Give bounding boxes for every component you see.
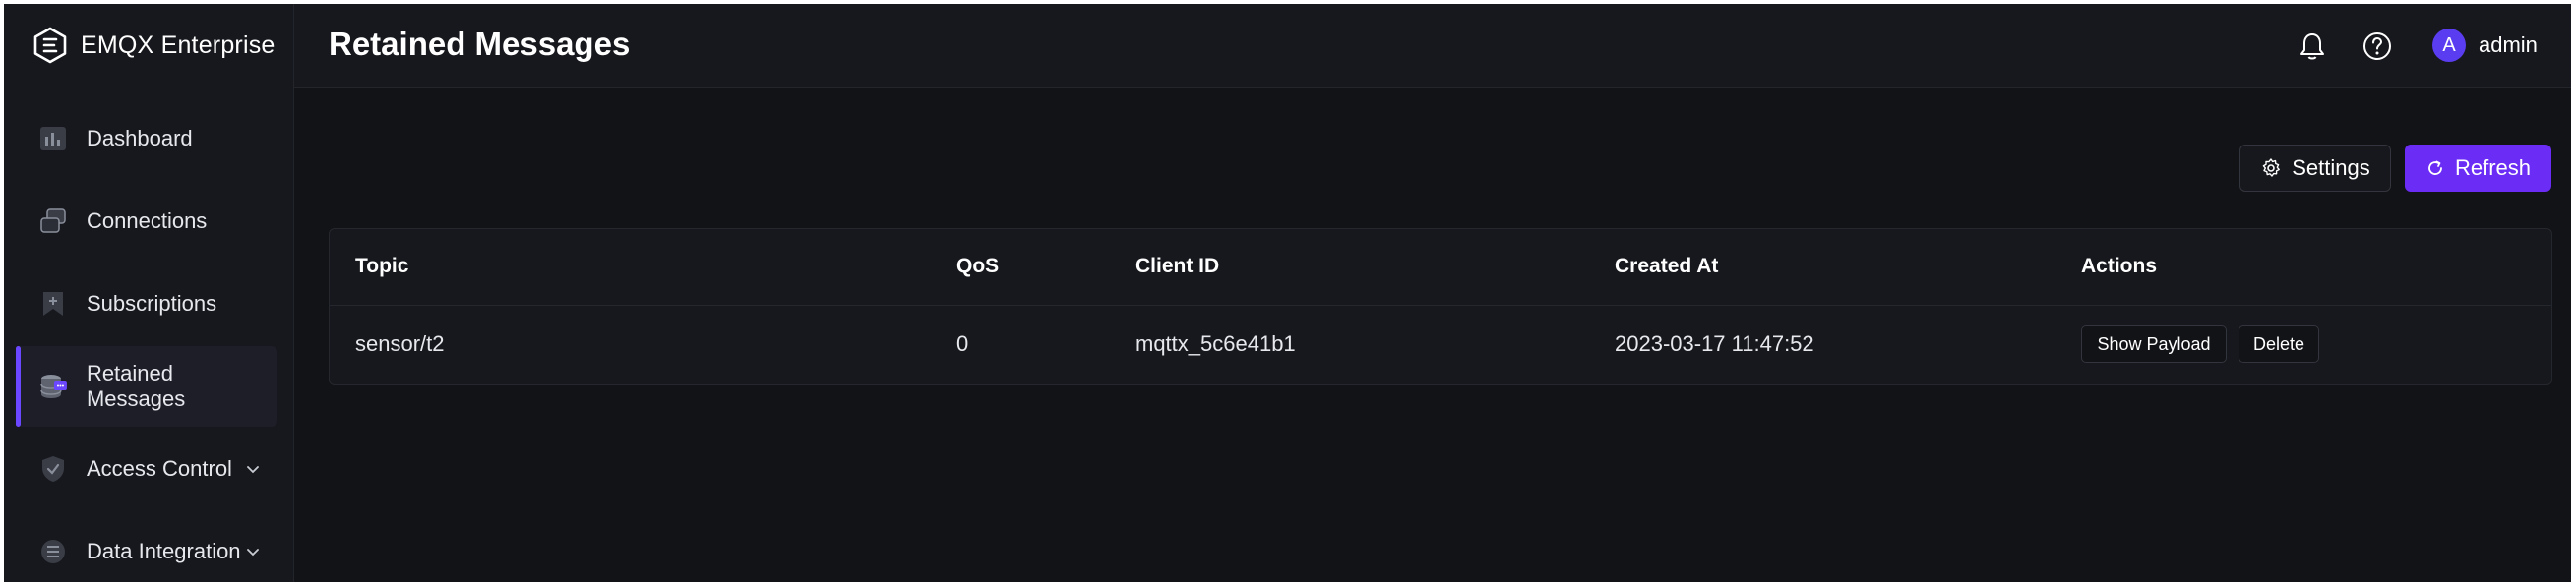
sidebar-item-label: Access Control [87,456,232,481]
sidebar-item-data-integration[interactable]: Data Integration [16,511,277,582]
top-header: Retained Messages A admin [294,4,2571,88]
cell-created-at: 2023-03-17 11:47:52 [1615,331,1814,356]
column-header-topic: Topic [355,255,409,277]
shield-icon [42,456,64,482]
chevron-down-icon[interactable] [244,543,262,560]
avatar[interactable]: A [2432,29,2466,62]
sidebar-item-connections[interactable]: Connections [16,181,277,262]
table-row: sensor/t2 0 mqttx_5c6e41b1 2023-03-17 11… [330,306,2551,384]
table-header: Topic QoS Client ID Created At Actions [330,229,2551,306]
connections-icon [40,208,66,233]
chevron-down-icon[interactable] [244,460,262,478]
sidebar-item-label: Retained Messages [86,361,186,411]
data-integration-icon [41,540,65,563]
app-window: EMQX Enterprise Dashboard Connections Su… [4,4,2571,582]
show-payload-button[interactable]: Show Payload [2081,325,2227,363]
settings-button-label: Settings [2292,155,2370,180]
gear-icon [2262,158,2281,177]
cell-client-id: mqttx_5c6e41b1 [1135,331,1296,356]
sidebar-item-dashboard[interactable]: Dashboard [16,98,277,179]
sidebar-item-retained-messages[interactable]: Retained Messages [16,346,277,427]
retained-messages-icon [40,375,67,398]
username[interactable]: admin [2479,32,2538,58]
delete-button[interactable]: Delete [2239,325,2319,363]
sidebar-item-label: Dashboard [87,126,193,150]
refresh-icon [2428,160,2442,175]
sidebar-item-label: Connections [87,208,208,233]
cell-topic: sensor/t2 [355,331,445,356]
brand[interactable]: EMQX Enterprise [31,24,276,67]
refresh-button-label: Refresh [2454,155,2532,180]
sidebar: EMQX Enterprise Dashboard Connections Su… [4,4,294,582]
column-header-qos: QoS [956,255,1000,277]
subscriptions-icon [43,292,63,316]
sidebar-item-label: Data Integration [87,539,241,563]
bell-icon[interactable] [2296,29,2329,63]
page-title: Retained Messages [329,26,631,62]
retained-messages-table: Topic QoS Client ID Created At Actions s… [329,228,2552,385]
column-header-actions: Actions [2081,255,2158,277]
emqx-logo-icon [33,27,67,64]
settings-button[interactable]: Settings [2239,145,2391,192]
sidebar-item-subscriptions[interactable]: Subscriptions [16,264,277,344]
app-name: EMQX Enterprise [81,30,276,59]
cell-qos: 0 [956,331,969,356]
help-icon[interactable] [2361,29,2394,63]
dashboard-icon [40,127,66,150]
column-header-created-at: Created At [1615,255,1719,277]
column-header-client-id: Client ID [1135,255,1220,277]
sidebar-item-access-control[interactable]: Access Control [16,429,277,509]
refresh-button[interactable]: Refresh [2405,145,2551,192]
sidebar-item-label: Subscriptions [87,291,217,316]
